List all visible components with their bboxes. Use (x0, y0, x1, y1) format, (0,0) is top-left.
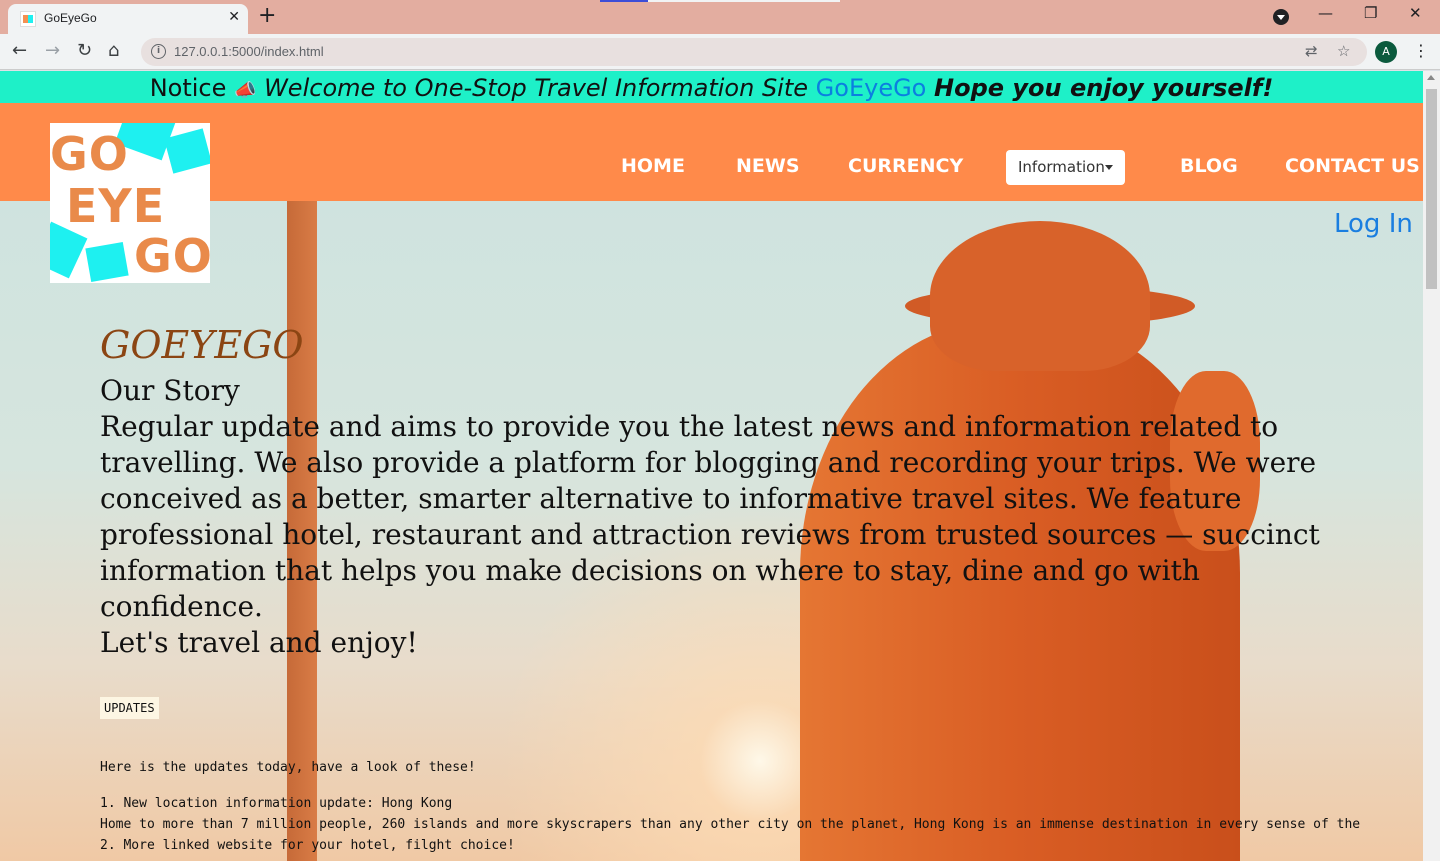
site-info-icon[interactable]: i (151, 44, 166, 59)
browser-menu-icon[interactable]: ⋮ (1413, 41, 1429, 60)
logo-blob (164, 128, 210, 174)
forward-icon[interactable]: → (45, 40, 60, 62)
logo-word: GO (134, 229, 210, 283)
page-viewport: Notice 📣 Welcome to One-Stop Travel Info… (0, 71, 1423, 861)
reload-icon[interactable]: ↻ (77, 40, 92, 62)
close-window-icon[interactable]: ✕ (1409, 4, 1422, 22)
scroll-thumb[interactable] (1426, 89, 1437, 289)
logo-word: GO (50, 127, 129, 181)
tab-search-icon[interactable] (1273, 9, 1289, 25)
tabstrip-indicator-track (648, 0, 840, 2)
updates-list: 1. New location information update: Hong… (100, 793, 1361, 856)
megaphone-icon: 📣 (234, 80, 257, 101)
home-icon[interactable]: ⌂ (108, 40, 119, 62)
login-link[interactable]: Log In (1334, 209, 1413, 239)
page-title: GOEYEGO (100, 323, 304, 367)
back-icon[interactable]: ← (12, 40, 27, 62)
nav-contact[interactable]: CONTACT US (1285, 155, 1420, 177)
scroll-up-icon[interactable] (1427, 75, 1435, 80)
url-text[interactable]: 127.0.0.1:5000/index.html (174, 44, 324, 59)
list-item: 2. More linked website for your hotel, f… (100, 838, 515, 853)
browser-tabstrip: GoEyeGo ✕ + — ❐ ✕ (0, 0, 1440, 34)
logo-blob (85, 241, 129, 283)
minimize-icon[interactable]: — (1318, 4, 1333, 22)
bookmark-star-icon[interactable]: ☆ (1337, 42, 1350, 60)
address-bar[interactable]: i 127.0.0.1:5000/index.html ⇄ ☆ (141, 38, 1367, 66)
site-logo[interactable]: GO EYE GO (50, 123, 210, 283)
story-closing: Let's travel and enjoy! (100, 626, 418, 659)
browser-tab[interactable]: GoEyeGo ✕ (8, 4, 248, 34)
notice-hope: Hope you enjoy yourself! (934, 74, 1274, 102)
caret-down-icon (1105, 165, 1113, 170)
list-item: Home to more than 7 million people, 260 … (100, 817, 1361, 832)
updates-intro: Here is the updates today, have a look o… (100, 760, 476, 775)
nav-blog[interactable]: BLOG (1180, 155, 1238, 177)
tab-title: GoEyeGo (44, 11, 97, 25)
page-scrollbar[interactable] (1423, 71, 1440, 861)
notice-welcome: Welcome to One-Stop Travel Information S… (264, 74, 809, 102)
tab-close-icon[interactable]: ✕ (228, 9, 240, 25)
main-navbar: GO EYE GO HOME NEWS CURRENCY Information… (0, 103, 1423, 283)
browser-toolbar: ← → ↻ ⌂ i 127.0.0.1:5000/index.html ⇄ ☆ … (0, 34, 1440, 70)
profile-avatar[interactable]: A (1375, 41, 1397, 63)
story-text: Regular update and aims to provide you t… (100, 410, 1320, 623)
favicon-icon (20, 11, 36, 27)
nav-currency[interactable]: CURRENCY (848, 155, 963, 177)
information-dropdown[interactable]: Information (1006, 150, 1125, 185)
logo-word: EYE (66, 179, 166, 233)
notice-label: Notice (149, 74, 227, 102)
updates-badge: UPDATES (100, 697, 159, 719)
notice-brand: GoEyeGo (815, 74, 927, 102)
main-content: GOEYEGO Our Story Regular update and aim… (100, 321, 1361, 856)
list-item: 1. New location information update: Hong… (100, 796, 453, 811)
translate-icon[interactable]: ⇄ (1305, 42, 1318, 60)
nav-news[interactable]: NEWS (736, 155, 800, 177)
restore-icon[interactable]: ❐ (1364, 4, 1377, 22)
information-dropdown-label: Information (1018, 158, 1105, 176)
new-tab-icon[interactable]: + (258, 4, 276, 28)
story-heading: Our Story (100, 374, 240, 407)
notice-banner: Notice 📣 Welcome to One-Stop Travel Info… (0, 71, 1423, 103)
nav-home[interactable]: HOME (621, 155, 685, 177)
tabstrip-indicator (600, 0, 648, 2)
